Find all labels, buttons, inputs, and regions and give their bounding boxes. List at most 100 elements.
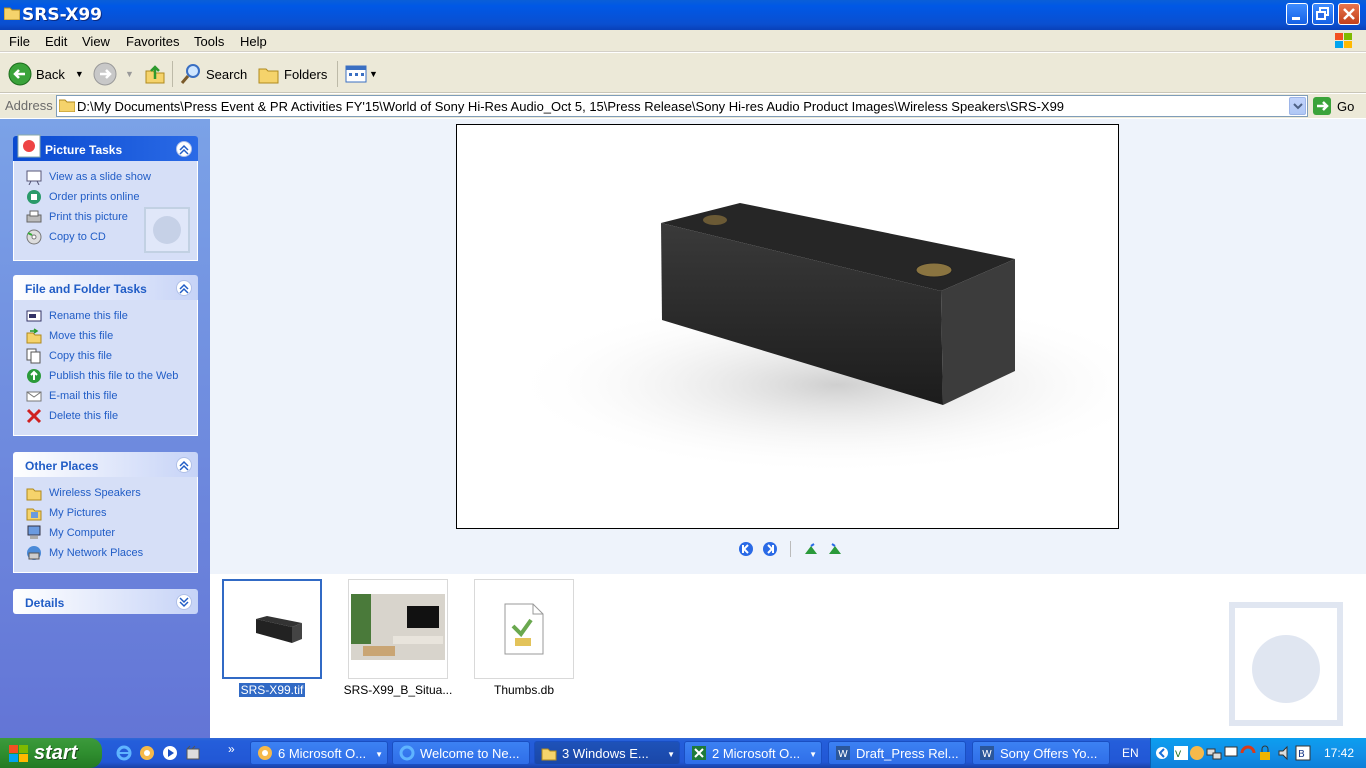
chevron-up-icon	[179, 144, 189, 155]
preview-area	[210, 119, 1366, 574]
sync-tray-icon[interactable]	[1240, 745, 1256, 761]
menu-edit[interactable]: Edit	[45, 34, 67, 49]
forward-dropdown-icon[interactable]: ▼	[125, 69, 134, 79]
views-dropdown-icon[interactable]: ▼	[369, 69, 378, 79]
file-folder-tasks-header[interactable]: File and Folder Tasks	[13, 275, 198, 300]
preview-image[interactable]	[456, 124, 1167, 529]
system-clock[interactable]: 17:42	[1324, 746, 1354, 760]
task-rename-file[interactable]: Rename this file	[14, 306, 197, 326]
move-icon	[26, 328, 42, 344]
file-folder-tasks-panel: File and Folder Tasks Rename this file M…	[13, 275, 198, 436]
search-label: Search	[206, 66, 248, 82]
task-publish-web[interactable]: Publish this file to the Web	[14, 366, 197, 386]
place-wireless-speakers[interactable]: Wireless Speakers	[14, 483, 197, 503]
thumbnail-label[interactable]: SRS-X99.tif	[212, 683, 332, 697]
task-draft-press-release[interactable]: W Draft_Press Rel...	[828, 741, 966, 765]
email-icon	[26, 391, 42, 402]
network-icon	[27, 546, 41, 560]
back-button[interactable]: Back ▼	[8, 61, 84, 87]
outlook-icon[interactable]	[139, 745, 155, 761]
task-view-slideshow[interactable]: View as a slide show	[14, 167, 197, 187]
task-microsoft-excel-group[interactable]: 2 Microsoft O... ▼	[684, 741, 822, 765]
thumbnail-srs-x99-b-situation[interactable]	[348, 579, 448, 679]
menu-file[interactable]: File	[9, 34, 30, 49]
place-my-computer[interactable]: My Computer	[14, 523, 197, 543]
task-label: View as a slide show	[49, 171, 151, 183]
search-button[interactable]: Search	[180, 61, 247, 87]
display-tray-icon[interactable]	[1223, 745, 1239, 761]
rotate-clockwise-icon[interactable]	[803, 541, 819, 557]
next-image-icon[interactable]	[762, 541, 778, 557]
task-label: 3 Windows E...	[562, 745, 649, 761]
restore-icon	[1316, 7, 1329, 20]
task-move-file[interactable]: Move this file	[14, 326, 197, 346]
title-bar[interactable]: SRS-X99	[0, 0, 1366, 30]
address-path: D:\My Documents\Press Event & PR Activit…	[77, 99, 1065, 114]
task-copy-file[interactable]: Copy this file	[14, 346, 197, 366]
bluetooth-tray-icon[interactable]: B	[1295, 745, 1311, 761]
volume-tray-icon[interactable]	[1277, 745, 1293, 761]
task-internet-explorer[interactable]: Welcome to Ne...	[392, 741, 530, 765]
movie-maker-icon[interactable]	[185, 745, 201, 761]
back-dropdown-icon[interactable]: ▼	[75, 69, 84, 79]
task-microsoft-outlook-group[interactable]: 6 Microsoft O... ▼	[250, 741, 388, 765]
details-header[interactable]: Details	[13, 589, 198, 614]
rotate-counterclockwise-icon[interactable]	[827, 541, 843, 557]
restore-button[interactable]	[1312, 3, 1334, 25]
minimize-button[interactable]	[1286, 3, 1308, 25]
thumbnail-label[interactable]: SRS-X99_B_Situa...	[338, 683, 458, 697]
collapse-button[interactable]	[176, 280, 192, 296]
menu-help[interactable]: Help	[240, 34, 267, 49]
thumbnail-thumbs-db[interactable]	[474, 579, 574, 679]
place-my-network[interactable]: My Network Places	[14, 543, 197, 563]
generic-file-icon	[504, 603, 544, 655]
views-button[interactable]: ▼	[345, 61, 378, 87]
collapse-button[interactable]	[176, 457, 192, 473]
outlook-tray-icon[interactable]	[1189, 745, 1205, 761]
menu-view[interactable]: View	[82, 34, 110, 49]
menu-favorites[interactable]: Favorites	[126, 34, 179, 49]
antivirus-icon[interactable]: V	[1173, 745, 1189, 761]
menu-tools[interactable]: Tools	[194, 34, 224, 49]
place-my-pictures[interactable]: My Pictures	[14, 503, 197, 523]
folder-icon	[26, 488, 42, 501]
task-delete-file[interactable]: Delete this file	[14, 406, 197, 426]
up-folder-button[interactable]	[144, 61, 166, 87]
picture-tasks-header[interactable]: Picture Tasks	[13, 134, 198, 161]
back-label: Back	[36, 66, 65, 82]
folders-button[interactable]: Folders	[258, 61, 327, 87]
start-label: start	[34, 742, 78, 764]
picture-tasks-body: View as a slide show Order prints online…	[13, 161, 198, 261]
language-indicator[interactable]: EN	[1122, 746, 1139, 760]
other-places-header[interactable]: Other Places	[13, 452, 198, 477]
thumbnail-srs-x99-tif[interactable]	[222, 579, 322, 679]
task-label: Draft_Press Rel...	[856, 745, 959, 761]
svg-text:W: W	[982, 749, 992, 760]
forward-button[interactable]: ▼	[93, 61, 134, 87]
expand-button[interactable]	[176, 594, 192, 610]
media-player-icon[interactable]	[162, 745, 178, 761]
menu-bar: File Edit View Favorites Tools Help	[0, 30, 1366, 52]
address-input[interactable]: D:\My Documents\Press Event & PR Activit…	[56, 95, 1308, 117]
previous-image-icon[interactable]	[738, 541, 754, 557]
place-label: My Pictures	[49, 507, 107, 519]
address-dropdown-button[interactable]	[1289, 97, 1306, 115]
other-places-title: Other Places	[25, 459, 99, 473]
collapse-button[interactable]	[176, 141, 192, 157]
internet-explorer-icon[interactable]	[116, 745, 132, 761]
quicklaunch-overflow-icon[interactable]: »	[228, 742, 235, 756]
copy-icon	[26, 348, 41, 364]
network-tray-icon[interactable]	[1206, 745, 1222, 761]
start-button[interactable]: start	[0, 738, 102, 768]
task-windows-explorer-group[interactable]: 3 Windows E... ▼	[534, 741, 680, 765]
thumbnail-label[interactable]: Thumbs.db	[464, 683, 584, 697]
task-sony-offers[interactable]: W Sony Offers Yo...	[972, 741, 1110, 765]
go-button[interactable]: Go	[1313, 97, 1354, 115]
close-button[interactable]	[1338, 3, 1360, 25]
internet-explorer-icon	[399, 745, 415, 761]
show-hidden-icons-icon[interactable]	[1155, 745, 1169, 761]
task-email-file[interactable]: E-mail this file	[14, 386, 197, 406]
outlook-icon	[258, 746, 272, 760]
forward-arrow-icon	[93, 62, 117, 86]
lock-tray-icon[interactable]	[1257, 745, 1273, 761]
